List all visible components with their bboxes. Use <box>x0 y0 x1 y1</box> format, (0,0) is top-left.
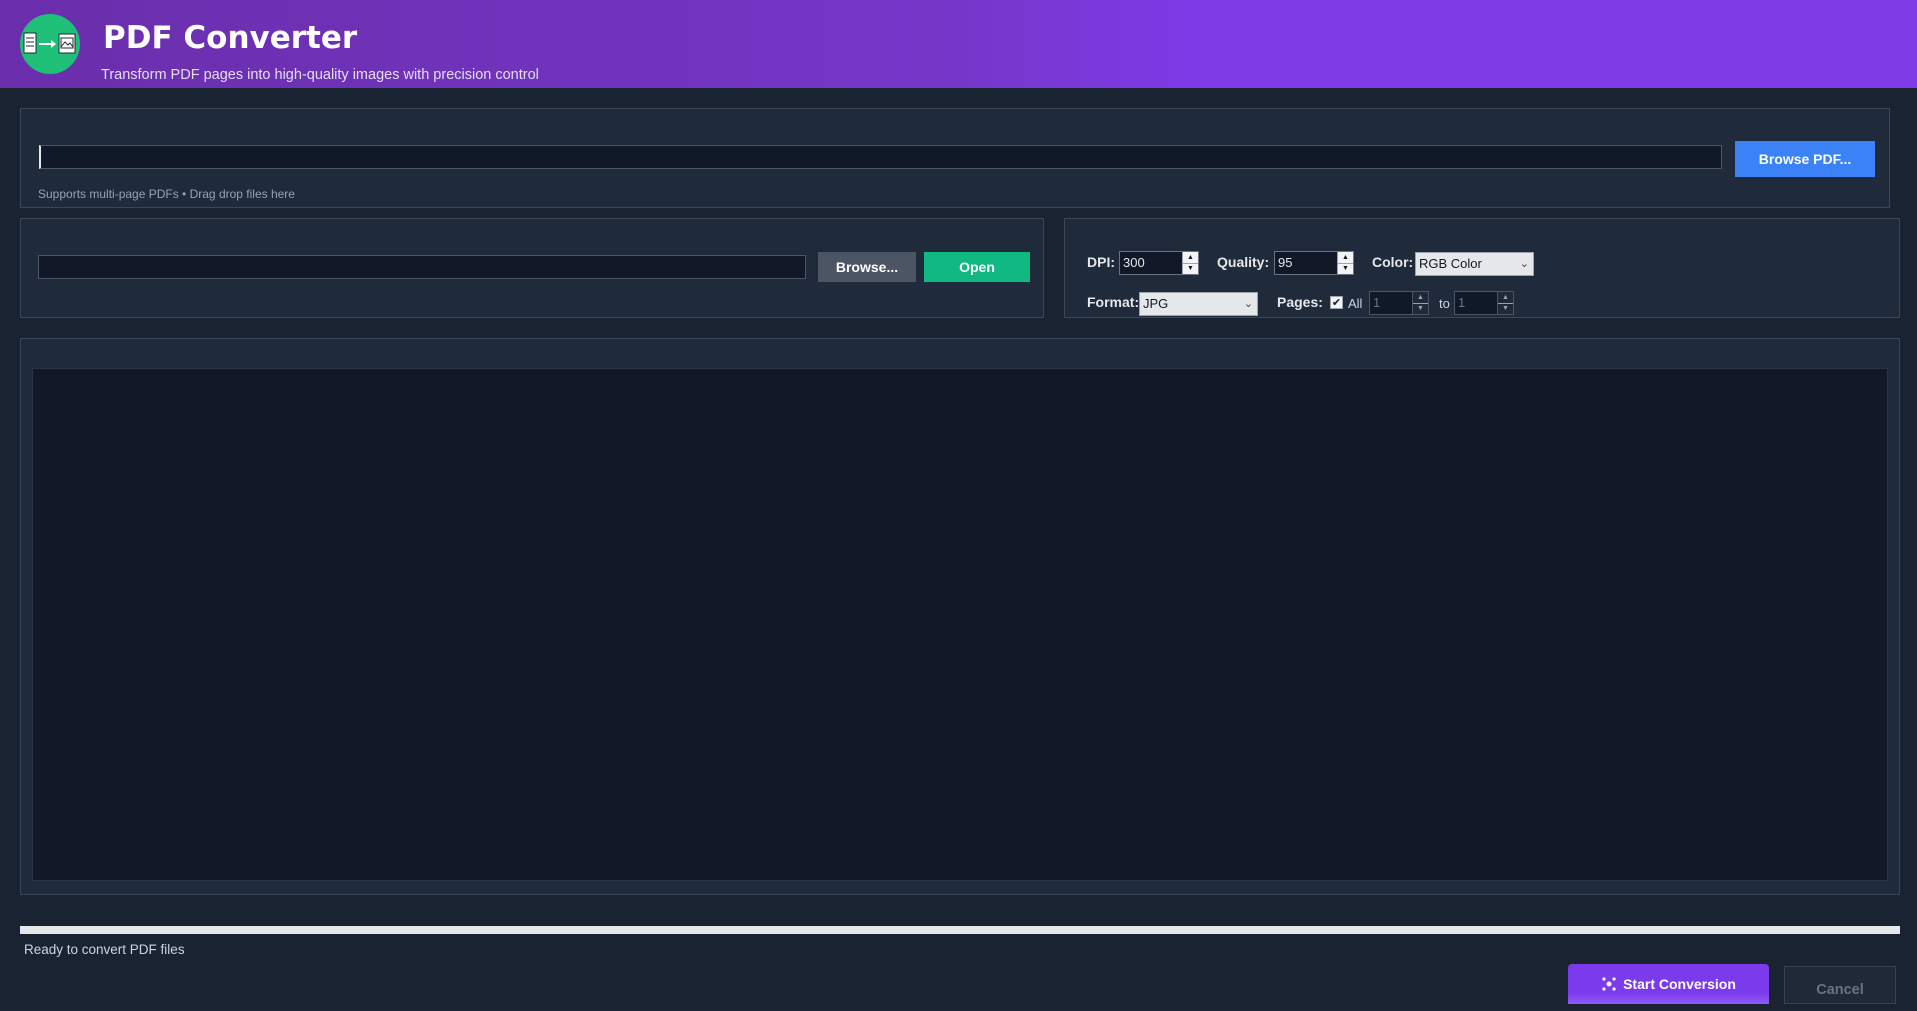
quality-value: 95 <box>1278 255 1293 270</box>
to-page-spinner-arrows[interactable]: ▲ ▼ <box>1497 292 1513 314</box>
color-label: Color: <box>1372 254 1414 270</box>
quality-spinbox[interactable]: 95 ▲ ▼ <box>1274 251 1354 275</box>
progress-bar <box>20 926 1900 934</box>
preview-area[interactable] <box>32 368 1888 881</box>
spin-up-icon[interactable]: ▲ <box>1413 292 1428 303</box>
to-label: to <box>1439 296 1450 311</box>
format-label: Format: <box>1087 294 1140 310</box>
all-pages-label: All <box>1348 296 1363 311</box>
quality-label: Quality: <box>1217 254 1270 270</box>
spin-down-icon[interactable]: ▼ <box>1498 302 1513 315</box>
settings-panel: DPI: 300 ▲ ▼ Quality: 95 ▲ ▼ Color: RGB … <box>1064 218 1900 318</box>
dpi-spinbox[interactable]: 300 ▲ ▼ <box>1119 251 1199 275</box>
source-hint: Supports multi-page PDFs • Drag drop fil… <box>38 187 295 201</box>
browse-pdf-button[interactable]: Browse PDF... <box>1735 141 1875 177</box>
cancel-label: Cancel <box>1816 982 1864 998</box>
browse-output-button[interactable]: Browse... <box>818 252 916 282</box>
format-select-value: JPG <box>1143 296 1169 311</box>
start-conversion-button[interactable]: Start Conversion <box>1568 964 1769 1004</box>
preview-panel <box>20 338 1900 895</box>
pdf-to-image-icon <box>20 14 80 74</box>
spin-down-icon[interactable]: ▼ <box>1338 262 1353 275</box>
app-subtitle: Transform PDF pages into high-quality im… <box>101 67 539 83</box>
sparkle-icon <box>1602 977 1616 991</box>
color-select-value: RGB Color <box>1419 256 1482 271</box>
to-page-value: 1 <box>1458 295 1466 310</box>
pages-label: Pages: <box>1277 294 1323 310</box>
cancel-button[interactable]: Cancel <box>1784 966 1896 1004</box>
dpi-spinner-arrows[interactable]: ▲ ▼ <box>1182 252 1198 274</box>
status-text: Ready to convert PDF files <box>24 942 185 957</box>
open-folder-button[interactable]: Open <box>924 252 1030 282</box>
output-folder-input[interactable] <box>38 255 806 279</box>
spin-down-icon[interactable]: ▼ <box>1413 302 1428 315</box>
spin-up-icon[interactable]: ▲ <box>1338 252 1353 263</box>
dpi-value: 300 <box>1123 255 1145 270</box>
spin-up-icon[interactable]: ▲ <box>1183 252 1198 263</box>
all-pages-checkbox[interactable]: ✔ <box>1330 296 1343 309</box>
start-conversion-label: Start Conversion <box>1623 976 1736 992</box>
pdf-path-input[interactable] <box>39 145 1722 169</box>
spin-up-icon[interactable]: ▲ <box>1498 292 1513 303</box>
app-title: PDF Converter <box>103 20 358 56</box>
chevron-down-icon: ⌄ <box>1243 298 1253 310</box>
from-page-value: 1 <box>1373 295 1381 310</box>
spin-down-icon[interactable]: ▼ <box>1183 262 1198 275</box>
format-select[interactable]: JPG ⌄ <box>1139 292 1258 316</box>
output-folder-panel: Browse... Open <box>20 218 1044 318</box>
to-page-spinbox[interactable]: 1 ▲ ▼ <box>1454 291 1514 315</box>
dpi-label: DPI: <box>1087 254 1115 270</box>
color-select[interactable]: RGB Color ⌄ <box>1415 252 1534 276</box>
header-right-panel <box>1200 0 1917 88</box>
app-header: PDF Converter Transform PDF pages into h… <box>0 0 1917 88</box>
from-page-spinbox[interactable]: 1 ▲ ▼ <box>1369 291 1429 315</box>
source-pdf-panel: Browse PDF... Supports multi-page PDFs •… <box>20 108 1890 208</box>
quality-spinner-arrows[interactable]: ▲ ▼ <box>1337 252 1353 274</box>
from-page-spinner-arrows[interactable]: ▲ ▼ <box>1412 292 1428 314</box>
chevron-down-icon: ⌄ <box>1519 258 1529 270</box>
